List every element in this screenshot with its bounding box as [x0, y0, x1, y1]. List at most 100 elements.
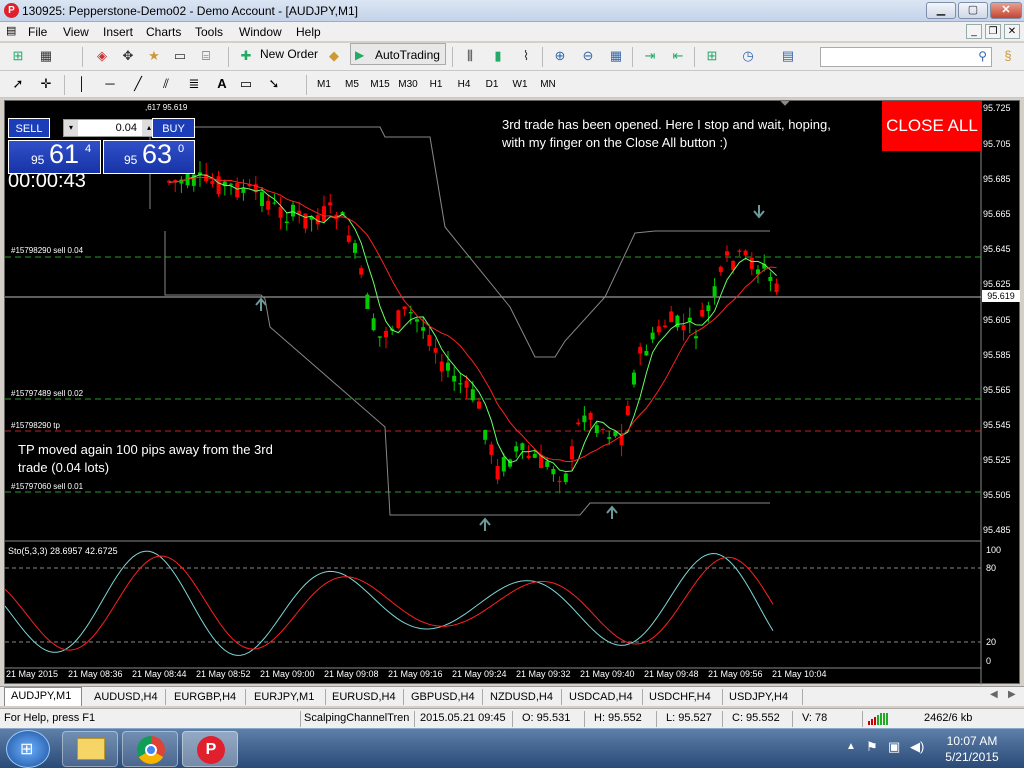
tab-audjpy-m1[interactable]: AUDJPY,M1 [4, 687, 82, 706]
chrome-taskbar-button[interactable] [122, 731, 178, 767]
note-top: 3rd trade has been opened. Here I stop a… [502, 117, 831, 150]
autoscroll-icon[interactable]: ⇥ [640, 46, 660, 66]
new-chart-icon[interactable]: ⊞ [8, 46, 28, 66]
tab-nzdusd-h4[interactable]: NZDUSD,H4 [484, 689, 562, 705]
menu-file[interactable]: File [28, 25, 47, 39]
community-icon[interactable]: § [998, 46, 1018, 66]
tf-mn[interactable]: MN [536, 75, 560, 95]
volume-icon[interactable]: ◀) [910, 739, 924, 755]
tf-h1[interactable]: H1 [424, 75, 448, 95]
chart-shift-icon[interactable]: ⇤ [668, 46, 688, 66]
bar-chart-icon[interactable]: ⫼ [460, 46, 480, 66]
network-icon[interactable]: ▣ [888, 739, 900, 755]
bar-high: H: 95.552 [594, 712, 642, 724]
tf-m1[interactable]: M1 [312, 75, 336, 95]
price-chart[interactable] [5, 101, 1021, 685]
system-clock[interactable]: 10:07 AM 5/21/2015 [930, 733, 1014, 765]
candle-body [514, 446, 519, 452]
channel-icon[interactable]: ⫽ [156, 74, 176, 94]
profiles-icon[interactable]: ▦ [36, 46, 56, 66]
tf-m30[interactable]: M30 [396, 75, 420, 95]
stoch-level-label: 20 [986, 637, 997, 647]
zoom-out-icon[interactable]: ⊖ [578, 46, 598, 66]
autotrading-button[interactable]: ▶ AutoTrading [350, 43, 446, 65]
tf-d1[interactable]: D1 [480, 75, 504, 95]
tab-usdjpy-h4[interactable]: USDJPY,H4 [723, 689, 803, 705]
data-window-icon[interactable]: ✥ [118, 46, 138, 66]
tf-m5[interactable]: M5 [340, 75, 364, 95]
tf-h4[interactable]: H4 [452, 75, 476, 95]
crosshair-icon[interactable]: ✛ [36, 74, 56, 94]
tab-gbpusd-h4[interactable]: GBPUSD,H4 [405, 689, 483, 705]
chart-menu-icon[interactable]: ▤ [6, 24, 16, 37]
price-label: 95.565 [983, 385, 1011, 395]
time-label: 21 May 08:36 [68, 669, 123, 679]
buy-button[interactable]: BUY [152, 118, 195, 138]
horizontal-line-icon[interactable]: ─ [100, 74, 120, 94]
vertical-line-icon[interactable]: │ [72, 74, 92, 94]
lot-decrease-icon[interactable]: ▾ [64, 120, 78, 136]
label-icon[interactable]: ▭ [236, 74, 256, 94]
strategy-tester-icon[interactable]: ⌸ [196, 46, 216, 66]
tab-scroll-left-icon[interactable]: ◀ [990, 689, 998, 700]
candle-body [570, 446, 574, 460]
explorer-taskbar-button[interactable] [62, 731, 118, 767]
arrows-icon[interactable]: ➘ [264, 74, 284, 94]
candle-body [718, 266, 723, 272]
mdi-close-button[interactable]: ✕ [1004, 24, 1020, 39]
candle-body [669, 311, 674, 323]
text-icon[interactable]: A [212, 74, 232, 94]
mdi-restore-button[interactable]: ❐ [985, 24, 1001, 39]
templates-icon[interactable]: ▤ [778, 46, 798, 66]
close-window-button[interactable]: ✕ [990, 2, 1022, 19]
tab-eurusd-h4[interactable]: EURUSD,H4 [326, 689, 404, 705]
market-watch-icon[interactable]: ◈ [92, 46, 112, 66]
line-chart-icon[interactable]: ⌇ [516, 46, 536, 66]
minimize-button[interactable]: ▁ [926, 2, 956, 19]
terminal-icon[interactable]: ▭ [170, 46, 190, 66]
tab-eurjpy-m1[interactable]: EURJPY,M1 [248, 689, 326, 705]
candle-body [557, 480, 562, 483]
sell-price[interactable]: 95 61 4 [8, 139, 101, 174]
search-input[interactable]: ⚲ [820, 47, 992, 67]
tile-windows-icon[interactable]: ▦ [606, 46, 626, 66]
new-order-button[interactable]: New Order [258, 43, 320, 65]
indicators-icon[interactable]: ⊞ [702, 46, 722, 66]
mdi-minimize-button[interactable]: _ [966, 24, 982, 39]
tf-m15[interactable]: M15 [368, 75, 392, 95]
tf-w1[interactable]: W1 [508, 75, 532, 95]
tab-scroll-right-icon[interactable]: ▶ [1008, 689, 1016, 700]
tray-expand-icon[interactable]: ▲ [846, 741, 856, 752]
menu-insert[interactable]: Insert [103, 25, 133, 39]
tab-audusd-h4[interactable]: AUDUSD,H4 [88, 689, 166, 705]
close-all-button[interactable]: CLOSE ALL [882, 101, 982, 151]
cursor-icon[interactable]: ➚ [8, 74, 28, 94]
candle-body [272, 202, 277, 204]
tab-usdcad-h4[interactable]: USDCAD,H4 [563, 689, 643, 705]
action-center-icon[interactable]: ⚑ [866, 739, 878, 755]
tab-eurgbp-h4[interactable]: EURGBP,H4 [168, 689, 246, 705]
candle-body [563, 473, 568, 483]
buy-price[interactable]: 95 63 0 [103, 139, 195, 174]
metatrader-taskbar-button[interactable]: P [182, 731, 238, 767]
chart-window[interactable] [4, 100, 1021, 685]
menu-charts[interactable]: Charts [146, 25, 181, 39]
candle-body [346, 235, 351, 242]
metaeditor-icon[interactable]: ◆ [324, 46, 344, 66]
periods-icon[interactable]: ◷ [738, 46, 758, 66]
candlestick-icon[interactable]: ▮ [488, 46, 508, 66]
sell-button[interactable]: SELL [8, 118, 50, 138]
maximize-button[interactable]: ▢ [958, 2, 988, 19]
start-button[interactable]: ⊞ [6, 730, 50, 768]
tab-usdchf-h4[interactable]: USDCHF,H4 [643, 689, 723, 705]
menu-tools[interactable]: Tools [195, 25, 223, 39]
zoom-in-icon[interactable]: ⊕ [550, 46, 570, 66]
navigator-icon[interactable]: ★ [144, 46, 164, 66]
fibonacci-icon[interactable]: ≣ [184, 74, 204, 94]
candle-body [594, 425, 599, 433]
menu-help[interactable]: Help [296, 25, 321, 39]
new-order-icon[interactable]: ✚ [236, 46, 256, 66]
trendline-icon[interactable]: ╱ [128, 74, 148, 94]
menu-window[interactable]: Window [239, 25, 282, 39]
menu-view[interactable]: View [63, 25, 89, 39]
